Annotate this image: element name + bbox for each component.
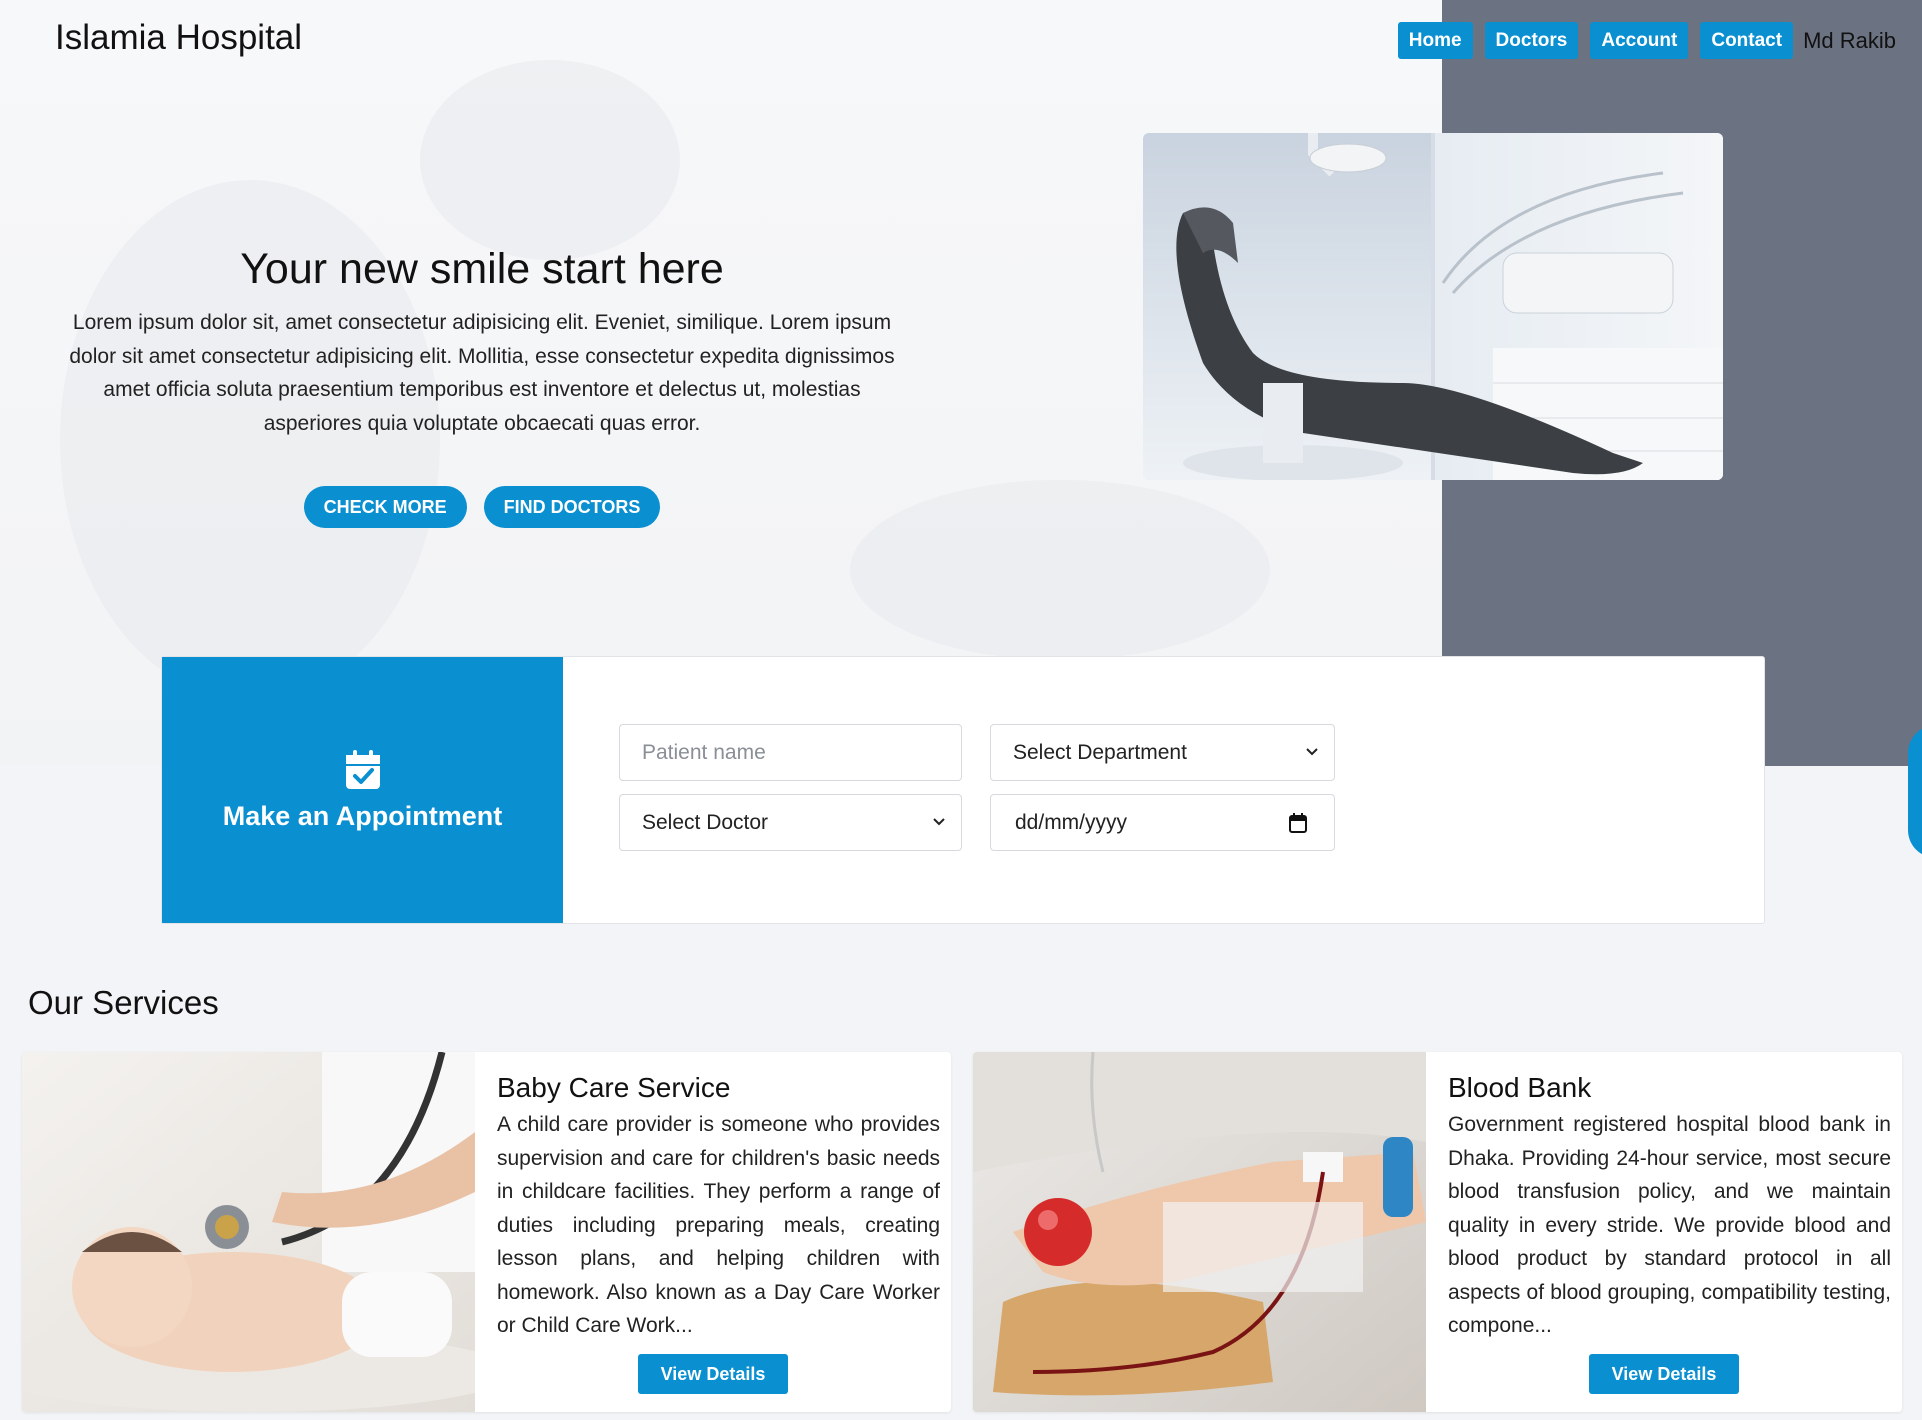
blood-bank-body: Blood Bank Government registered hospita… — [1426, 1052, 1902, 1412]
submit-appointment-button[interactable] — [1908, 725, 1922, 858]
service-card-baby-care: Baby Care Service A child care provider … — [22, 1052, 951, 1412]
user-name[interactable]: Md Rakib — [1803, 28, 1896, 54]
appointment-form: Patient name Select Department Select Do… — [563, 657, 1922, 923]
patient-name-input[interactable]: Patient name — [619, 724, 962, 781]
doctor-select-value: Select Doctor — [642, 810, 769, 834]
nav-doctors[interactable]: Doctors — [1484, 22, 1579, 59]
nav-contact[interactable]: Contact — [1700, 22, 1794, 59]
card-title: Blood Bank — [1448, 1072, 1592, 1103]
calendar-check-icon — [345, 749, 380, 789]
doctor-select[interactable]: Select Doctor — [619, 794, 962, 851]
hero-title: Your new smile start here — [240, 245, 724, 293]
nav-home[interactable]: Home — [1397, 22, 1473, 59]
hero-text: Your new smile start here Lorem ipsum do… — [62, 245, 902, 528]
baby-care-photo — [22, 1052, 512, 1412]
chevron-down-icon — [933, 818, 945, 826]
calendar-icon[interactable] — [1288, 812, 1308, 834]
find-doctors-button[interactable]: FIND DOCTORS — [483, 486, 661, 528]
main-nav: Home Doctors Account Contact Md Rakib — [1397, 22, 1896, 59]
hero-actions: CHECK MORE FIND DOCTORS — [62, 486, 902, 528]
date-input[interactable]: dd/mm/yyyy — [990, 794, 1335, 851]
check-more-button[interactable]: CHECK MORE — [303, 486, 467, 528]
services-title: Our Services — [28, 984, 219, 1021]
hero-section: Islamia Hospital Home Doctors Account Co… — [0, 0, 1922, 766]
hero-description: Lorem ipsum dolor sit, amet consectetur … — [69, 311, 895, 435]
chevron-down-icon — [1306, 748, 1318, 756]
appointment-title: Make an Appointment — [222, 800, 503, 831]
appointment-panel: Make an Appointment Patient name Select … — [161, 656, 1922, 924]
service-card-blood-bank: Blood Bank Government registered hospita… — [973, 1052, 1902, 1412]
card-text: A child care provider is someone who pro… — [497, 1113, 940, 1337]
department-select[interactable]: Select Department — [990, 724, 1335, 781]
dental-chair-photo — [1143, 133, 1723, 480]
date-input-value: dd/mm/yyyy — [1015, 810, 1128, 834]
blood-bank-photo — [973, 1052, 1426, 1412]
card-title: Baby Care Service — [497, 1072, 731, 1103]
department-select-value: Select Department — [1013, 740, 1187, 764]
appointment-header: Make an Appointment — [162, 657, 563, 923]
nav-account[interactable]: Account — [1590, 22, 1689, 59]
baby-care-body: Baby Care Service A child care provider … — [475, 1052, 951, 1412]
view-details-button[interactable]: View Details — [1589, 1354, 1739, 1394]
brand-logo[interactable]: Islamia Hospital — [55, 18, 302, 58]
card-text: Government registered hospital blood ban… — [1448, 1113, 1891, 1337]
view-details-button[interactable]: View Details — [638, 1354, 788, 1394]
